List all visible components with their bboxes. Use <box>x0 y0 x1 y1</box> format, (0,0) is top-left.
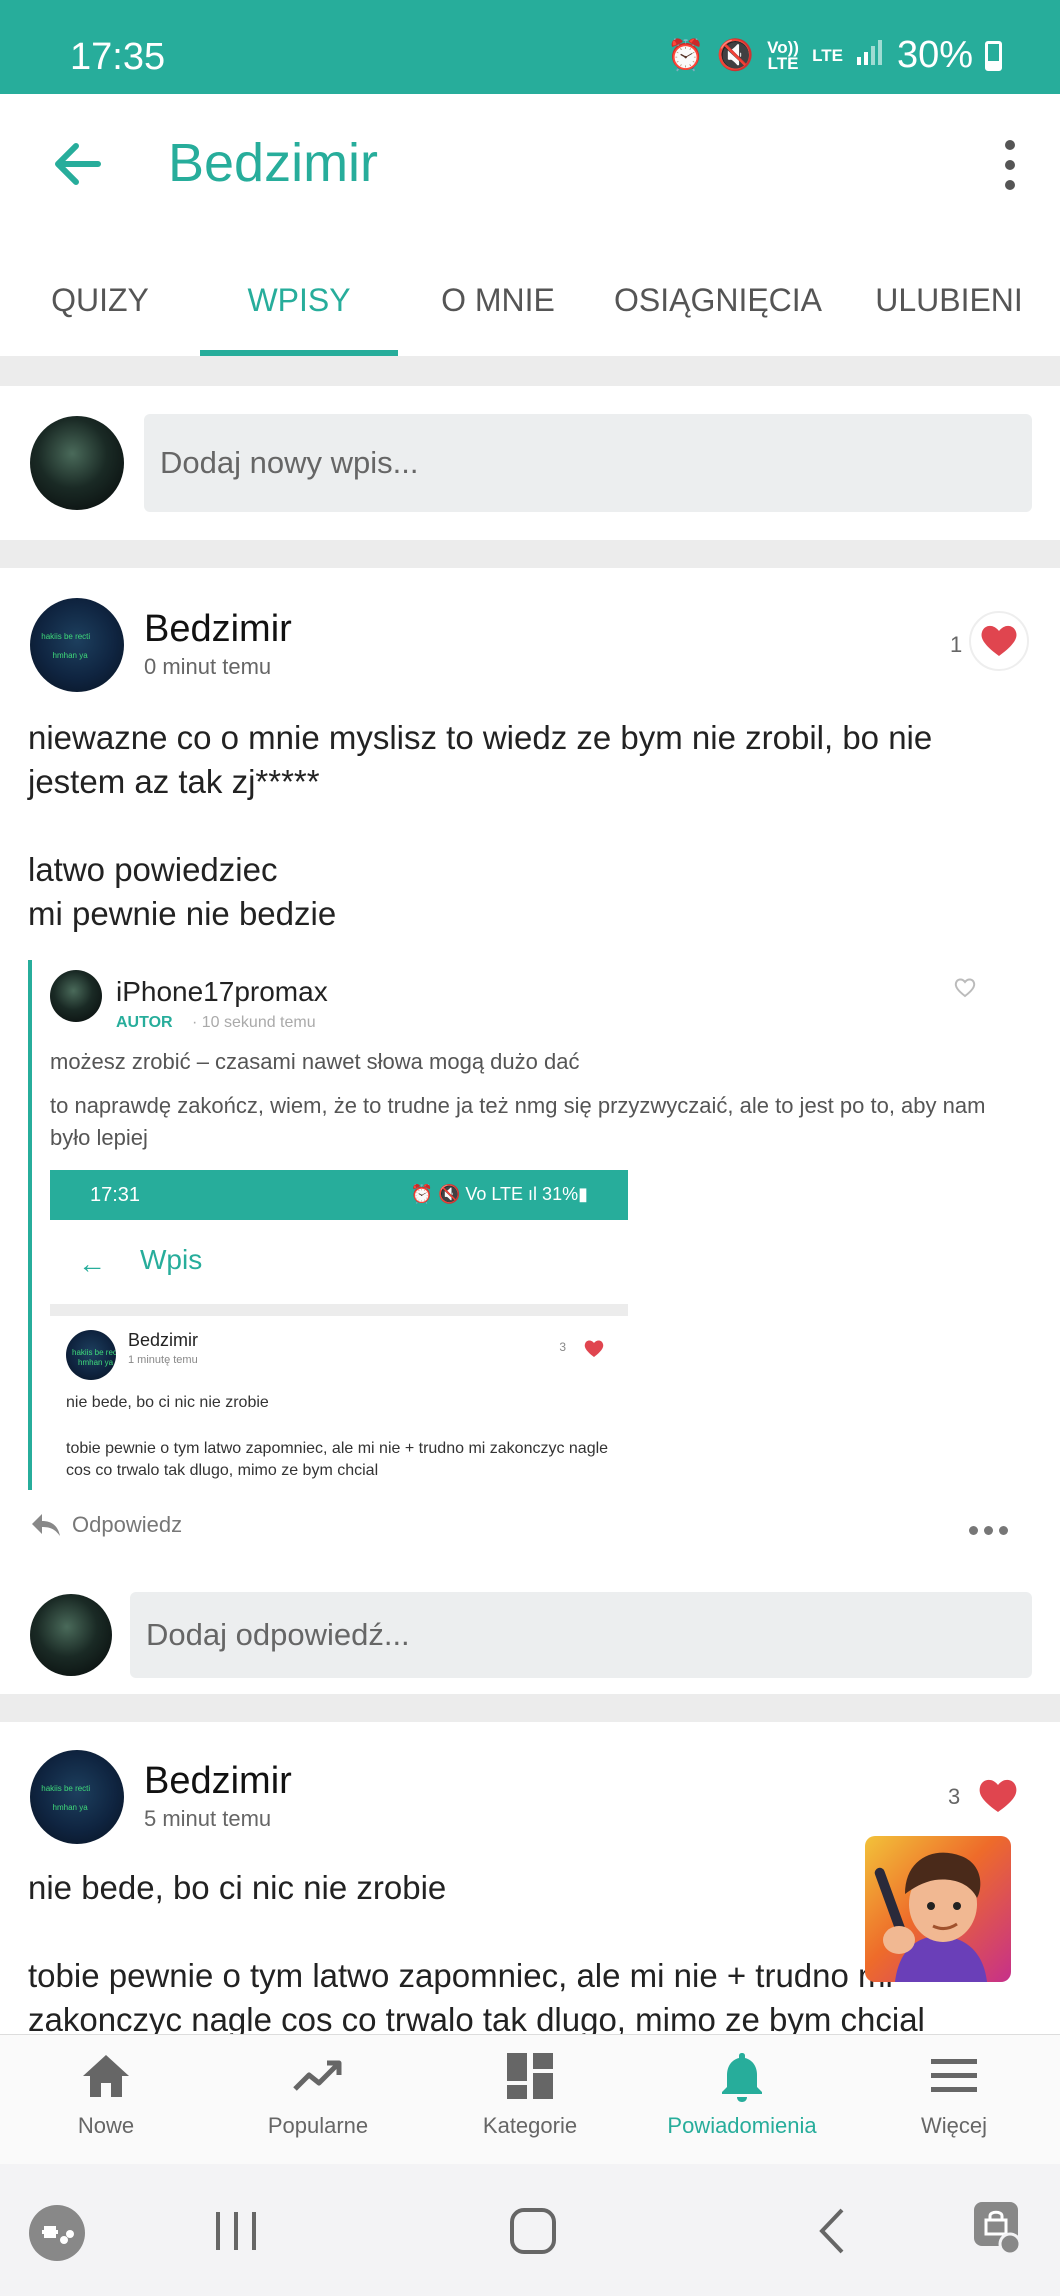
lte-icon: LTE <box>812 45 843 65</box>
inner-status-icons: ⏰ 🔇 Vo LTE ıl 31%▮ <box>410 1184 588 1204</box>
heart-outline-icon <box>952 974 978 1005</box>
avatar <box>30 416 124 510</box>
volte-icon: Vo)) LTE <box>767 37 799 73</box>
assistant-icon[interactable] <box>970 2198 1028 2263</box>
home-icon <box>83 2055 129 2097</box>
post-author[interactable]: Bedzimir <box>144 608 292 651</box>
post-time: 5 minut temu <box>144 1806 272 1831</box>
inner-author: Bedzimir <box>128 1330 199 1350</box>
quote-time: · 10 sekund temu <box>192 1014 316 1031</box>
recent-apps-icon[interactable] <box>212 2208 262 2259</box>
post-text: niewazne co o mnie myslisz to wiedz ze b… <box>28 719 933 932</box>
quote-text: to naprawdę zakończ, wiem, że to trudne … <box>50 1093 986 1150</box>
inner-text: tobie pewnie o tym latwo zapomniec, ale … <box>66 1440 609 1479</box>
nav-popularne[interactable]: Popularne <box>212 2035 424 2164</box>
author-badge: AUTOR <box>116 1014 173 1031</box>
trending-icon <box>293 2060 342 2091</box>
reply-icon <box>32 1514 60 1536</box>
nav-label: Powiadomienia <box>667 2113 817 2138</box>
heart-icon[interactable] <box>976 1774 1020 1819</box>
inner-text: nie bede, bo ci nic nie zrobie <box>66 1394 269 1411</box>
status-bar: 17:35 ⏰ 🔇 Vo)) LTE LTE 30% <box>0 0 1060 94</box>
nav-kategorie[interactable]: Kategorie <box>424 2035 636 2164</box>
avatar <box>50 970 102 1022</box>
new-post-input[interactable]: Dodaj nowy wpis... <box>144 414 1032 512</box>
quote-text: możesz zrobić – czasami nawet słowa mogą… <box>50 1049 580 1074</box>
reply-input[interactable]: Dodaj odpowiedź... <box>130 1592 1032 1678</box>
nav-powiadomienia[interactable]: Powiadomienia <box>636 2035 848 2164</box>
status-icons: ⏰ 🔇 Vo)) LTE LTE 30% <box>667 34 1002 77</box>
app-bar: Bedzimir QUIZY WPISY O MNIE OSIĄGNIĘCIA … <box>0 94 1060 356</box>
profile-tabs: QUIZY WPISY O MNIE OSIĄGNIĘCIA ULUBIENI <box>0 264 1060 356</box>
reply-button[interactable]: Odpowiedz <box>30 1512 182 1538</box>
post-time: 0 minut temu <box>144 654 272 679</box>
nav-label: Więcej <box>920 2113 987 2138</box>
nav-nowe[interactable]: Nowe <box>0 2035 212 2164</box>
tab-wpisy[interactable]: WPISY <box>200 264 398 356</box>
back-arrow-icon[interactable] <box>48 134 108 194</box>
inner-like-count: 3 <box>559 1340 566 1354</box>
nav-wiecej[interactable]: Więcej <box>848 2035 1060 2164</box>
nav-label: Kategorie <box>482 2113 578 2138</box>
menu-icon <box>931 2059 977 2092</box>
system-navigation-bar <box>0 2164 1060 2296</box>
heart-icon[interactable] <box>968 610 1030 677</box>
nav-label: Popularne <box>267 2113 369 2138</box>
battery-icon <box>985 40 1002 71</box>
embedded-screenshot: 17:31 ⏰ 🔇 Vo LTE ıl 31%▮ ← Wpis Bedzimir… <box>50 1170 628 1490</box>
status-time: 17:35 <box>70 36 166 78</box>
page-title: Bedzimir <box>168 133 379 193</box>
heart-icon <box>582 1336 606 1365</box>
inner-title: Wpis <box>140 1244 203 1275</box>
inner-status-bar: 17:31 ⏰ 🔇 Vo LTE ıl 31%▮ <box>50 1170 628 1220</box>
home-button-icon[interactable] <box>508 2206 558 2261</box>
avatar <box>30 1594 112 1676</box>
avatar <box>66 1330 116 1380</box>
inner-time: 1 minutę temu <box>128 1354 198 1366</box>
battery-percent: 30% <box>896 34 973 76</box>
dashboard-icon <box>507 2053 553 2099</box>
avatar[interactable] <box>30 1750 124 1844</box>
nav-label: Nowe <box>77 2113 135 2138</box>
more-options-icon[interactable] <box>969 1526 1008 1535</box>
back-arrow-icon: ← <box>78 1248 106 1279</box>
tab-o-mnie[interactable]: O MNIE <box>398 264 598 356</box>
alarm-icon: ⏰ <box>667 39 705 72</box>
tab-osiagniecia[interactable]: OSIĄGNIĘCIA <box>598 264 838 356</box>
post-author[interactable]: Bedzimir <box>144 1760 292 1803</box>
tab-ulubieni[interactable]: ULUBIENI <box>838 264 1060 356</box>
reply-label: Odpowiedz <box>72 1512 183 1537</box>
floating-avatar-button[interactable] <box>865 1836 1011 1982</box>
bell-icon <box>722 2053 762 2102</box>
signal-icon <box>855 37 885 75</box>
game-launcher-icon[interactable] <box>28 2204 86 2267</box>
like-count: 1 <box>950 632 963 657</box>
bottom-navigation: Nowe Popularne Kategorie Powiadomienia W… <box>0 2034 1060 2164</box>
divider <box>50 1304 628 1316</box>
quote-author: iPhone17promax <box>116 976 328 1007</box>
like-count: 3 <box>948 1784 961 1809</box>
inner-app-bar: ← Wpis <box>50 1220 628 1304</box>
overflow-menu-icon[interactable] <box>998 140 1022 190</box>
new-post-card: Dodaj nowy wpis... <box>0 386 1060 540</box>
inner-status-time: 17:31 <box>90 1184 141 1206</box>
back-button-icon[interactable] <box>814 2204 850 2263</box>
avatar[interactable] <box>30 598 124 692</box>
tab-quizy[interactable]: QUIZY <box>0 264 200 356</box>
attached-image[interactable]: iPhone17promax AUTOR · 10 sekund temu mo… <box>28 960 1008 1490</box>
mute-icon: 🔇 <box>716 39 755 72</box>
